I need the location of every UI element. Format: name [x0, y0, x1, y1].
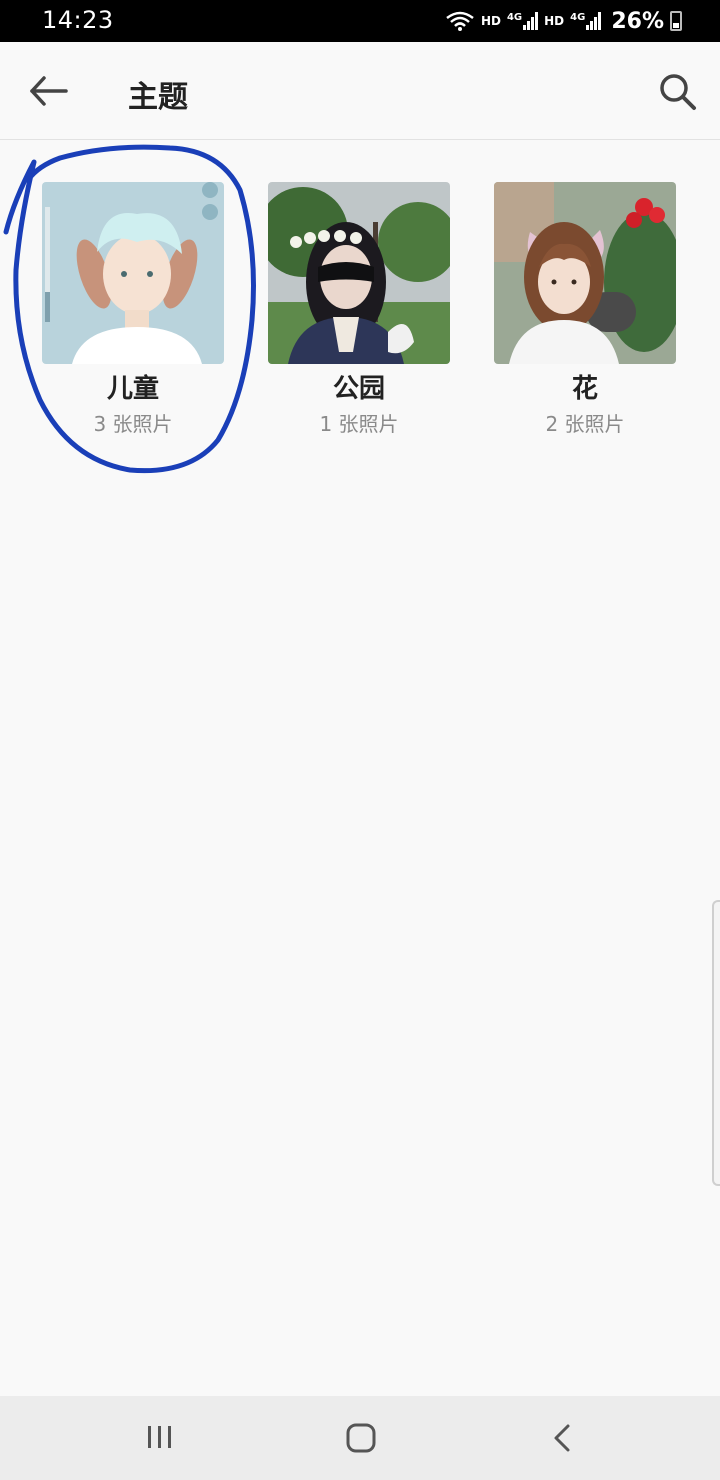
home-button[interactable] [339, 1416, 383, 1460]
page-title: 主题 [128, 80, 188, 115]
scroll-indicator[interactable] [712, 900, 720, 1186]
album-count: 2 张照片 [545, 412, 625, 436]
home-icon [346, 1423, 376, 1453]
album-name: 花 [571, 374, 598, 404]
search-icon [660, 74, 696, 110]
back-chevron-icon [554, 1424, 570, 1452]
signal-icon-2: 4G [570, 12, 602, 30]
back-button[interactable] [24, 66, 74, 116]
search-button[interactable] [652, 66, 702, 116]
album-name: 公园 [332, 374, 385, 404]
signal-icon-1: 4G [506, 12, 539, 30]
album-thumbnail [494, 182, 676, 364]
recents-icon [148, 1426, 171, 1448]
album-item-park[interactable]: 公园 1 张照片 [268, 182, 450, 436]
nav-back-button[interactable] [541, 1416, 585, 1460]
recents-button[interactable] [138, 1416, 182, 1460]
app-bar: 主题 [0, 42, 720, 140]
battery-icon [670, 11, 682, 31]
album-item-children[interactable]: 儿童 3 张照片 [42, 182, 224, 436]
battery-percent: 26% [611, 8, 664, 34]
network-type-2: HD [544, 14, 565, 28]
network-type-1: HD [480, 14, 501, 28]
status-icons: HD 4G HD 4G 26% [445, 7, 682, 35]
album-count: 3 张照片 [93, 412, 173, 436]
arrow-left-icon [30, 76, 68, 106]
album-item-flower[interactable]: 花 2 张照片 [494, 182, 676, 436]
status-bar: 14:23 HD 4G HD 4G 26% [0, 0, 720, 42]
album-name: 儿童 [106, 374, 159, 404]
signal-label-1: 4G [506, 12, 523, 23]
status-time: 14:23 [42, 6, 114, 34]
album-thumbnail [42, 182, 224, 364]
navigation-bar [0, 1396, 720, 1480]
album-count: 1 张照片 [319, 412, 399, 436]
signal-label-2: 4G [570, 12, 586, 23]
wifi-icon [446, 11, 474, 31]
album-thumbnail [268, 182, 450, 364]
